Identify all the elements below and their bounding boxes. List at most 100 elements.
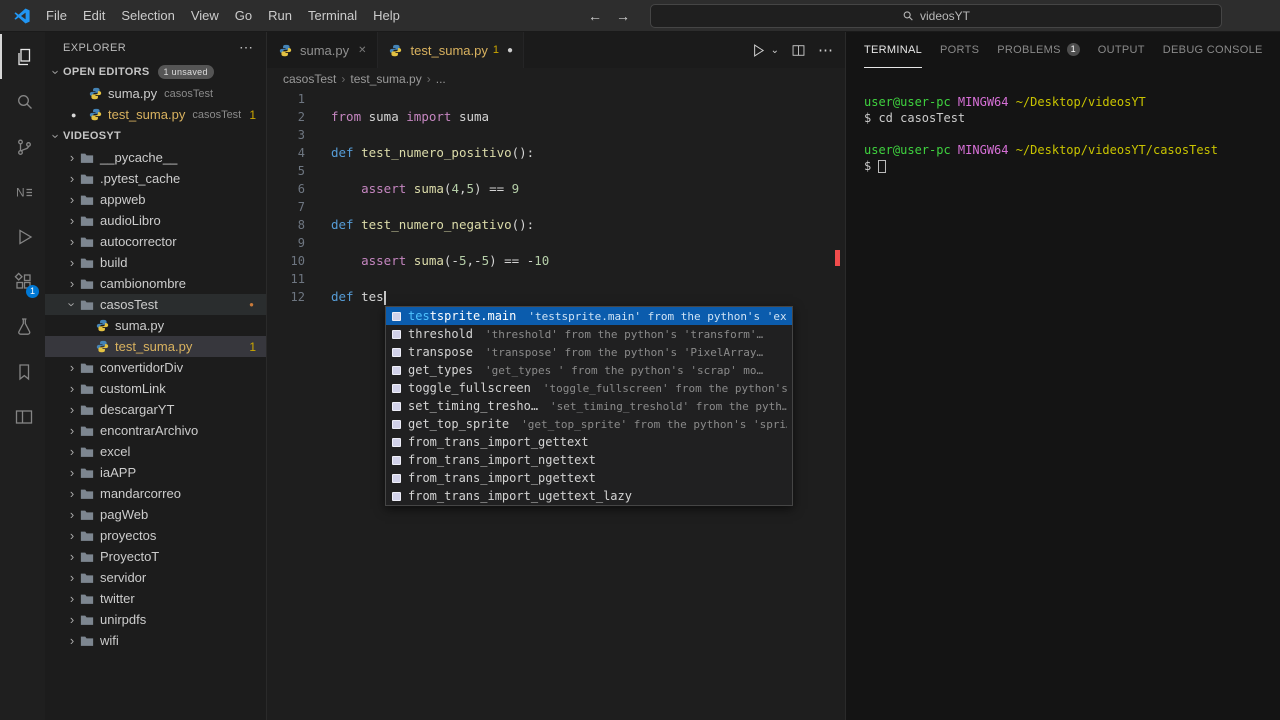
code-line[interactable]: 8 def test_numero_negativo(): xyxy=(267,216,845,234)
run-python-file-button[interactable] xyxy=(750,42,767,59)
remote-explorer-icon[interactable]: N xyxy=(0,169,45,214)
tree-item-iaAPP[interactable]: › iaAPP xyxy=(45,462,266,483)
tree-item-test_suma.py[interactable]: test_suma.py 1 xyxy=(45,336,266,357)
suggestion-item[interactable]: from_trans_import_gettext xyxy=(386,433,792,451)
suggestion-item[interactable]: testsprite.main 'testsprite.main' from th… xyxy=(386,307,792,325)
workspace-root-header[interactable]: › VIDEOSYT xyxy=(45,125,266,147)
line-number: 12 xyxy=(290,290,305,304)
close-icon[interactable]: ✕ xyxy=(358,45,366,56)
tree-item-autocorrector[interactable]: › autocorrector xyxy=(45,231,266,252)
editor-tab-bar: suma.py ✕ test_suma.py 1 ● ⌄ ⋯ xyxy=(267,32,845,68)
suggestion-label: toggle_fullscreen xyxy=(408,381,531,395)
tree-item-ProyectoT[interactable]: › ProyectoT xyxy=(45,546,266,567)
code-line[interactable]: 4 def test_numero_positivo(): xyxy=(267,144,845,162)
suggestion-item[interactable]: toggle_fullscreen 'toggle_fullscreen' fro… xyxy=(386,379,792,397)
tree-item-excel[interactable]: › excel xyxy=(45,441,266,462)
chevron-right-icon: › xyxy=(69,633,75,648)
suggestion-item[interactable]: set_timing_tresho… 'set_timing_treshold' … xyxy=(386,397,792,415)
run-dropdown-icon[interactable]: ⌄ xyxy=(771,45,779,56)
menu-file[interactable]: File xyxy=(38,5,75,26)
suggestion-item[interactable]: get_top_sprite 'get_top_sprite' from the … xyxy=(386,415,792,433)
tree-item-cambionombre[interactable]: › cambionombre xyxy=(45,273,266,294)
panel-tab-ports[interactable]: PORTS xyxy=(940,32,979,68)
tree-item-audioLibro[interactable]: › audioLibro xyxy=(45,210,266,231)
tree-item-twitter[interactable]: › twitter xyxy=(45,588,266,609)
explorer-more-actions-button[interactable]: ⋯ xyxy=(239,39,254,56)
tree-item-wifi[interactable]: › wifi xyxy=(45,630,266,651)
menu-help[interactable]: Help xyxy=(365,5,408,26)
tree-item-casosTest[interactable]: › casosTest ● xyxy=(45,294,266,315)
tree-item-convertidorDiv[interactable]: › convertidorDiv xyxy=(45,357,266,378)
code-line[interactable]: 10 assert suma(-5,-5) == -10 xyxy=(267,252,845,270)
suggestion-item[interactable]: get_types 'get_types ' from the python's … xyxy=(386,361,792,379)
tree-item-proyectos[interactable]: › proyectos xyxy=(45,525,266,546)
open-editors-header[interactable]: › OPEN EDITORS 1 unsaved xyxy=(45,61,266,83)
bookmarks-icon[interactable] xyxy=(0,349,45,394)
code-line[interactable]: 12 def tes xyxy=(267,288,845,306)
snippet-icon xyxy=(392,383,401,393)
menu-terminal[interactable]: Terminal xyxy=(300,5,365,26)
open-editor-item[interactable]: ● test_suma.py casosTest 1 xyxy=(45,104,266,125)
suggestion-detail: 'toggle_fullscreen' from the python's… xyxy=(542,381,787,395)
breadcrumb-item[interactable]: casosTest xyxy=(283,72,336,86)
code-line[interactable]: 1 xyxy=(267,90,845,108)
testing-icon[interactable] xyxy=(0,304,45,349)
split-editor-button[interactable] xyxy=(791,43,806,58)
code-line[interactable]: 9 xyxy=(267,234,845,252)
search-view-icon[interactable] xyxy=(0,79,45,124)
panel-tab-output[interactable]: OUTPUT xyxy=(1098,32,1145,68)
layout-view-icon[interactable] xyxy=(0,394,45,439)
source-control-icon[interactable] xyxy=(0,124,45,169)
tree-item-mandarcorreo[interactable]: › mandarcorreo xyxy=(45,483,266,504)
item-label: build xyxy=(100,255,128,270)
tree-item-descargarYT[interactable]: › descargarYT xyxy=(45,399,266,420)
panel-tab-problems[interactable]: PROBLEMS 1 xyxy=(997,32,1080,68)
tree-item-__pycache__[interactable]: › __pycache__ xyxy=(45,147,266,168)
tree-item-appweb[interactable]: › appweb xyxy=(45,189,266,210)
breadcrumb-item[interactable]: test_suma.py xyxy=(350,72,421,86)
tree-item-encontrarArchivo[interactable]: › encontrarArchivo xyxy=(45,420,266,441)
suggestion-item[interactable]: from_trans_import_ngettext xyxy=(386,451,792,469)
suggestion-item[interactable]: from_trans_import_pgettext xyxy=(386,469,792,487)
suggestion-item[interactable]: threshold 'threshold' from the python's '… xyxy=(386,325,792,343)
extensions-icon[interactable]: 1 xyxy=(0,259,45,304)
tree-item-build[interactable]: › build xyxy=(45,252,266,273)
tree-item-pagWeb[interactable]: › pagWeb xyxy=(45,504,266,525)
code-line[interactable]: 6 assert suma(4,5) == 9 xyxy=(267,180,845,198)
code-line[interactable]: 7 xyxy=(267,198,845,216)
menu-selection[interactable]: Selection xyxy=(113,5,182,26)
suggestion-item[interactable]: from_trans_import_ugettext_lazy xyxy=(386,487,792,505)
suggestion-item[interactable]: transpose 'transpose' from the python's '… xyxy=(386,343,792,361)
editor-more-actions-button[interactable]: ⋯ xyxy=(818,41,833,59)
tab-suma.py[interactable]: suma.py ✕ xyxy=(267,32,378,68)
nav-back-button[interactable]: ← xyxy=(588,8,602,24)
menu-go[interactable]: Go xyxy=(227,5,260,26)
code-line[interactable]: 3 xyxy=(267,126,845,144)
suggestion-label: threshold xyxy=(408,327,474,341)
terminal-content[interactable]: user@user-pc MINGW64 ~/Desktop/videosYT $… xyxy=(846,68,1280,720)
tree-item-servidor[interactable]: › servidor xyxy=(45,567,266,588)
menu-view[interactable]: View xyxy=(183,5,227,26)
tree-item-customLink[interactable]: › customLink xyxy=(45,378,266,399)
menu-edit[interactable]: Edit xyxy=(75,5,113,26)
open-editor-item[interactable]: suma.py casosTest xyxy=(45,83,266,104)
tree-item-.pytest_cache[interactable]: › .pytest_cache xyxy=(45,168,266,189)
modified-dot-icon[interactable]: ● xyxy=(507,45,513,56)
run-and-debug-icon[interactable] xyxy=(0,214,45,259)
code-line[interactable]: 5 xyxy=(267,162,845,180)
code-line[interactable]: 2 from suma import suma xyxy=(267,108,845,126)
code-line[interactable]: 11 xyxy=(267,270,845,288)
explorer-icon[interactable] xyxy=(0,34,45,79)
breadcrumb-item[interactable]: ... xyxy=(436,72,446,86)
panel-tab-debug-console[interactable]: DEBUG CONSOLE xyxy=(1163,32,1263,68)
menu-run[interactable]: Run xyxy=(260,5,300,26)
command-center-search[interactable]: videosYT xyxy=(650,3,1222,28)
item-label: encontrarArchivo xyxy=(100,423,199,438)
tree-item-unirpdfs[interactable]: › unirpdfs xyxy=(45,609,266,630)
line-number: 1 xyxy=(297,92,305,106)
code-editor[interactable]: 1 2 from suma import suma 3 4 def test_numero… xyxy=(267,90,845,720)
tree-item-suma.py[interactable]: suma.py xyxy=(45,315,266,336)
tab-test_suma.py[interactable]: test_suma.py 1 ● xyxy=(377,32,525,68)
panel-tab-terminal[interactable]: TERMINAL xyxy=(864,32,923,68)
nav-forward-button[interactable]: → xyxy=(616,8,630,24)
